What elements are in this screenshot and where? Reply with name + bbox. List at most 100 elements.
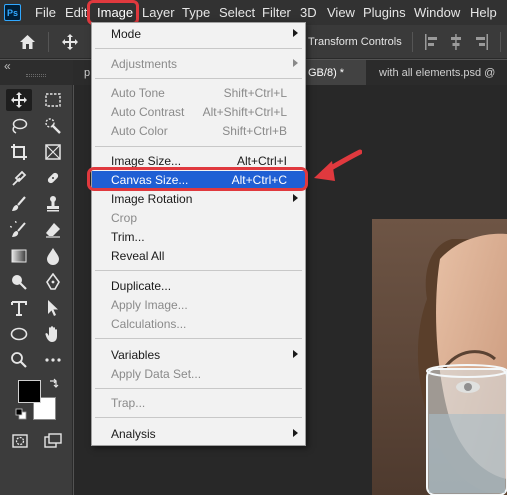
brush-tool-button[interactable]: [6, 193, 32, 215]
move-tool-button[interactable]: [6, 89, 32, 111]
menu-filter[interactable]: Filter: [262, 5, 291, 20]
eraser-tool-button[interactable]: [40, 219, 66, 241]
menu-item-label: Trap...: [111, 396, 146, 410]
menu-item-image-rotation[interactable]: Image Rotation: [92, 190, 305, 208]
menu-item-auto-contrast[interactable]: Auto Contrast Alt+Shift+Ctrl+L: [92, 103, 305, 121]
history-brush-icon: [10, 221, 26, 237]
submenu-arrow-icon: [293, 350, 298, 358]
path-selection-tool-button[interactable]: [40, 297, 66, 319]
quick-selection-icon: [45, 118, 61, 134]
menu-item-label: Image Size...: [111, 154, 182, 168]
menu-item-trim[interactable]: Trim...: [92, 228, 305, 246]
home-icon[interactable]: [19, 34, 36, 50]
options-separator: [412, 32, 413, 52]
menu-item-duplicate[interactable]: Duplicate...: [92, 277, 305, 295]
menu-item-auto-tone[interactable]: Auto Tone Shift+Ctrl+L: [92, 84, 305, 102]
menu-item-trap[interactable]: Trap...: [92, 394, 305, 412]
image-menu-dropdown: Mode Adjustments Auto Tone Shift+Ctrl+L …: [91, 22, 306, 446]
menu-item-label: Duplicate...: [111, 279, 172, 293]
clone-stamp-tool-button[interactable]: [40, 193, 66, 215]
menu-item-shortcut: Alt+Ctrl+I: [236, 154, 287, 168]
default-colors-icon[interactable]: [15, 408, 27, 420]
menu-item-shortcut: Alt+Shift+Ctrl+L: [202, 105, 287, 119]
frame-tool-button[interactable]: [40, 141, 66, 163]
menu-divider: [95, 270, 302, 271]
type-icon: [11, 301, 27, 316]
menu-3d[interactable]: 3D: [300, 5, 317, 20]
gradient-icon: [11, 249, 27, 263]
menu-item-auto-color[interactable]: Auto Color Shift+Ctrl+B: [92, 122, 305, 140]
menu-divider: [95, 48, 302, 49]
document-photo[interactable]: [372, 219, 507, 495]
lasso-icon: [12, 118, 28, 134]
menu-item-label: Adjustments: [111, 57, 178, 71]
marquee-tool-button[interactable]: [40, 89, 66, 111]
zoom-icon: [11, 352, 27, 368]
menu-divider: [95, 417, 302, 418]
more-tools-icon: [45, 358, 61, 362]
zoom-tool-button[interactable]: [6, 349, 32, 371]
menu-view[interactable]: View: [327, 5, 355, 20]
align-left-icon[interactable]: [424, 34, 438, 50]
menu-item-apply-image[interactable]: Apply Image...: [92, 296, 305, 314]
eyedropper-tool-button[interactable]: [6, 167, 32, 189]
menu-item-mode[interactable]: Mode: [92, 25, 305, 43]
type-tool-button[interactable]: [6, 297, 32, 319]
history-brush-tool-button[interactable]: [6, 219, 32, 241]
eraser-icon: [46, 223, 60, 238]
menu-edit[interactable]: Edit: [65, 5, 87, 20]
menu-item-shortcut: Shift+Ctrl+L: [223, 86, 287, 100]
photoshop-logo: Ps: [4, 4, 21, 21]
menu-item-label: Variables: [111, 348, 161, 362]
menu-item-label: Reveal All: [111, 249, 165, 263]
align-right-icon[interactable]: [475, 34, 489, 50]
tab-document-active[interactable]: GB/8) *: [306, 60, 366, 85]
move-tool-icon[interactable]: [61, 33, 79, 51]
blur-tool-button[interactable]: [40, 245, 66, 267]
crop-tool-button[interactable]: [6, 141, 32, 163]
ellipse-tool-button[interactable]: [6, 323, 32, 345]
tools-panel-header: «: [0, 59, 73, 85]
eyedropper-icon: [12, 170, 27, 186]
menu-item-apply-data-set[interactable]: Apply Data Set...: [92, 365, 305, 383]
hand-tool-button[interactable]: [40, 323, 66, 345]
menu-help[interactable]: Help: [470, 5, 497, 20]
lasso-tool-button[interactable]: [6, 115, 32, 137]
screen-mode-icon[interactable]: [44, 433, 62, 448]
foreground-color-swatch-front[interactable]: [18, 380, 41, 403]
submenu-arrow-icon: [293, 194, 298, 202]
menu-select[interactable]: Select: [219, 5, 255, 20]
menu-item-reveal-all[interactable]: Reveal All: [92, 247, 305, 265]
panel-grip[interactable]: [26, 74, 46, 77]
menu-file[interactable]: File: [35, 5, 56, 20]
menu-item-variables[interactable]: Variables: [92, 346, 305, 364]
rectangular-marquee-icon: [45, 93, 61, 107]
edit-toolbar-button[interactable]: [40, 349, 66, 371]
quick-mask-icon[interactable]: [12, 434, 28, 448]
align-center-icon[interactable]: [449, 34, 463, 50]
menu-item-crop[interactable]: Crop: [92, 209, 305, 227]
stamp-icon: [47, 196, 59, 212]
menu-window[interactable]: Window: [414, 5, 460, 20]
swap-colors-icon[interactable]: [48, 378, 60, 390]
menu-item-calculations[interactable]: Calculations...: [92, 315, 305, 333]
pen-tool-button[interactable]: [40, 271, 66, 293]
menu-item-label: Auto Tone: [111, 86, 165, 100]
submenu-arrow-icon: [293, 59, 298, 67]
healing-brush-tool-button[interactable]: [40, 167, 66, 189]
menu-item-adjustments[interactable]: Adjustments: [92, 55, 305, 73]
pen-icon: [46, 273, 60, 290]
tab-document-3[interactable]: with all elements.psd @: [372, 60, 507, 85]
menu-item-label: Calculations...: [111, 317, 187, 331]
menu-item-label: Mode: [111, 27, 142, 41]
gradient-tool-button[interactable]: [6, 245, 32, 267]
menu-type[interactable]: Type: [182, 5, 210, 20]
transform-controls-label[interactable]: Transform Controls: [308, 36, 402, 48]
collapse-panel-icon[interactable]: «: [4, 59, 11, 73]
quick-selection-tool-button[interactable]: [40, 115, 66, 137]
menu-divider: [95, 78, 302, 79]
menu-item-analysis[interactable]: Analysis: [92, 425, 305, 443]
menu-layer[interactable]: Layer: [142, 5, 175, 20]
dodge-tool-button[interactable]: [6, 271, 32, 293]
menu-plugins[interactable]: Plugins: [363, 5, 406, 20]
